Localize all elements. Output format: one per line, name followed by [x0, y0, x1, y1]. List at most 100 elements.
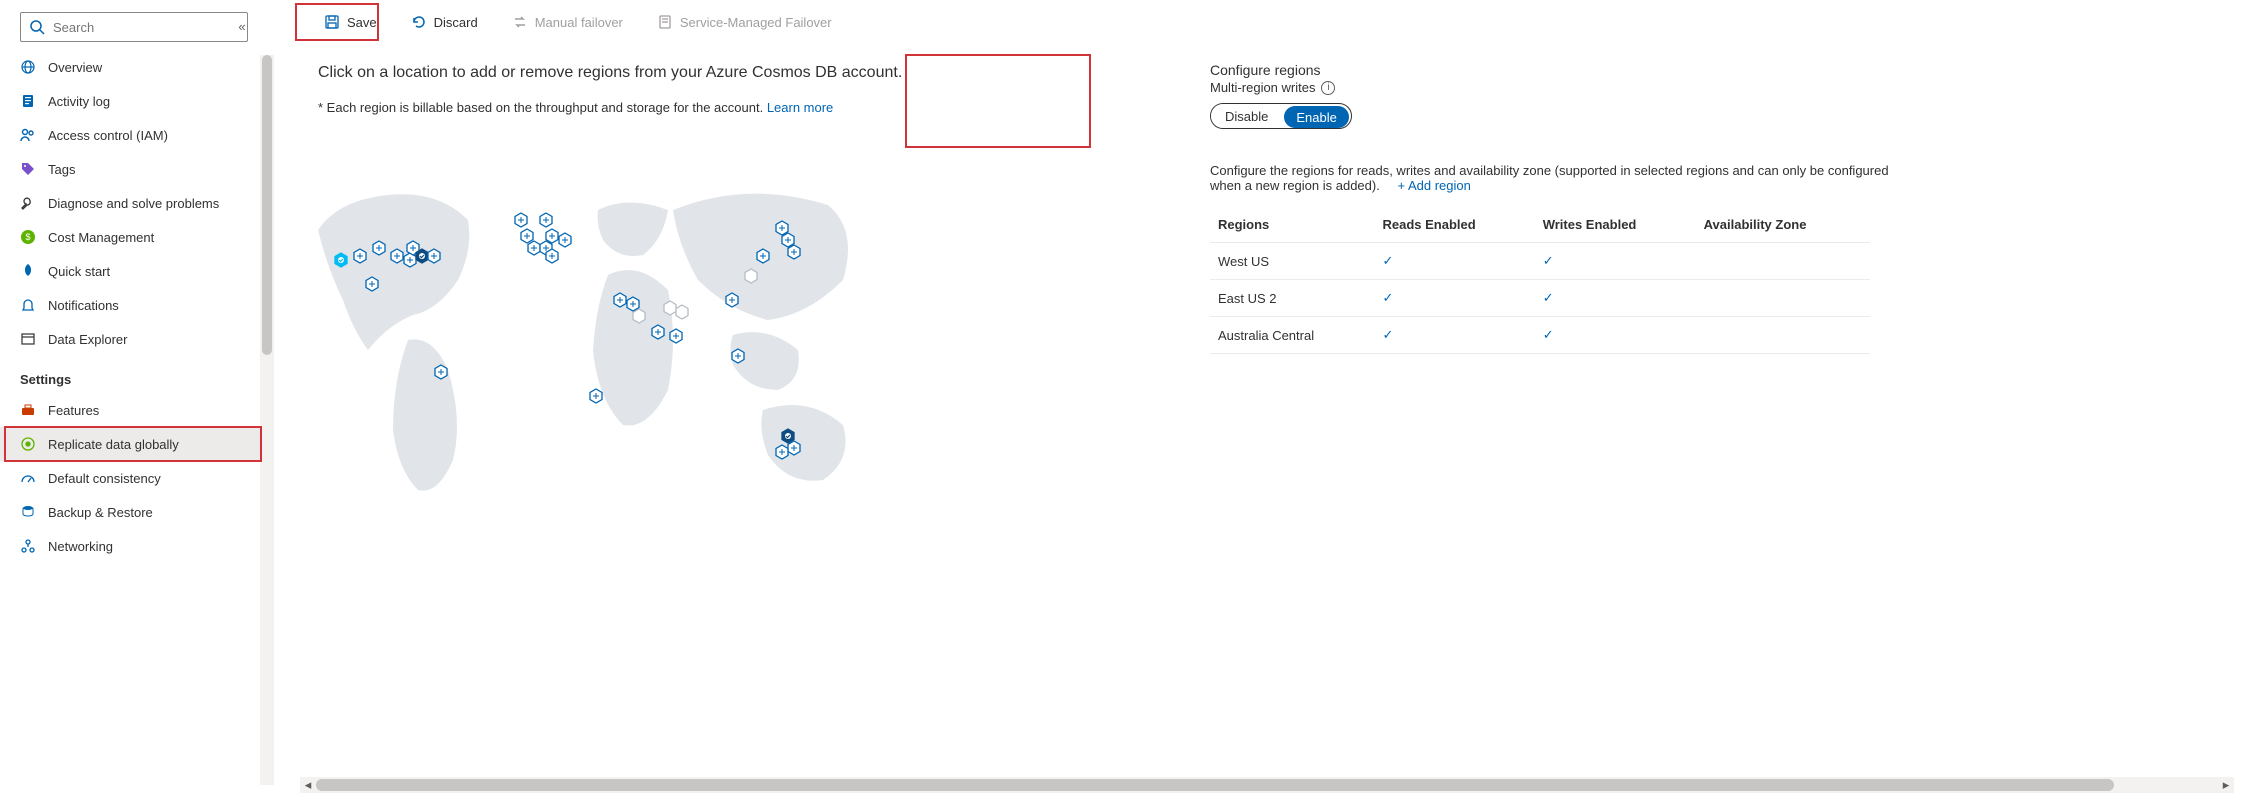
map-region-hex[interactable]: [774, 444, 790, 460]
table-row[interactable]: East US 2✓✓: [1210, 280, 1870, 317]
map-region-hex[interactable]: [724, 292, 740, 308]
svg-text:$: $: [25, 232, 30, 242]
config-desc: Configure the regions for reads, writes …: [1210, 163, 1889, 193]
explorer-icon: [20, 331, 36, 347]
gauge-icon: [20, 470, 36, 486]
map-region-hex[interactable]: [364, 276, 380, 292]
sidebar-item-label: Quick start: [48, 264, 110, 279]
manual-failover-label: Manual failover: [535, 15, 623, 30]
col-region: Regions: [1210, 207, 1374, 243]
sidebar-item-label: Access control (IAM): [48, 128, 168, 143]
cell-reads: ✓: [1374, 280, 1534, 317]
add-region-link[interactable]: + Add region: [1397, 178, 1470, 193]
sidebar-item-cost-management[interactable]: $Cost Management: [0, 220, 260, 254]
sidebar-item-label: Backup & Restore: [48, 505, 153, 520]
toolbox-icon: [20, 402, 36, 418]
sidebar-item-diagnose-and-solve-problems[interactable]: Diagnose and solve problems: [0, 186, 260, 220]
collapse-sidebar-icon[interactable]: «: [232, 16, 252, 36]
discard-button[interactable]: Discard: [405, 7, 484, 37]
intro-block: Click on a location to add or remove reg…: [300, 44, 920, 115]
managed-failover-button: Service-Managed Failover: [651, 7, 838, 37]
sidebar-item-access-control-iam-[interactable]: Access control (IAM): [0, 118, 260, 152]
configure-title: Configure regions: [1210, 62, 2242, 78]
multi-region-toggle[interactable]: Disable Enable: [1210, 103, 1352, 129]
horizontal-scrollbar[interactable]: ◂ ▸: [300, 777, 2234, 793]
sidebar: « Overview Activity log Access control (IA…: [0, 0, 260, 799]
map-region-hex[interactable]: [668, 328, 684, 344]
scroll-left-icon[interactable]: ◂: [300, 777, 316, 793]
iam-icon: [20, 127, 36, 143]
scroll-right-icon[interactable]: ▸: [2218, 777, 2234, 793]
rocket-icon: [20, 263, 36, 279]
col-az: Availability Zone: [1696, 207, 1870, 243]
cell-az: [1696, 280, 1870, 317]
sidebar-item-label: Features: [48, 403, 99, 418]
map-region-hex[interactable]: [433, 364, 449, 380]
network-icon: [20, 538, 36, 554]
map-region-hex[interactable]: [513, 212, 529, 228]
sidebar-item-tags[interactable]: Tags: [0, 152, 260, 186]
cost-icon: $: [20, 229, 36, 245]
sidebar-item-data-explorer[interactable]: Data Explorer: [0, 322, 260, 356]
sidebar-item-label: Activity log: [48, 94, 110, 109]
main-panel: Save Discard Manual failover Service-Man…: [280, 0, 2242, 799]
sidebar-item-overview[interactable]: Overview: [0, 50, 260, 84]
regions-table: Regions Reads Enabled Writes Enabled Ava…: [1210, 207, 1870, 354]
managed-failover-label: Service-Managed Failover: [680, 15, 832, 30]
search-input[interactable]: [53, 20, 239, 35]
map-region-hex[interactable]: [538, 212, 554, 228]
map-region-hex[interactable]: [755, 248, 771, 264]
learn-more-link[interactable]: Learn more: [767, 100, 833, 115]
col-reads: Reads Enabled: [1374, 207, 1534, 243]
wrench-icon: [20, 195, 36, 211]
save-label: Save: [347, 15, 377, 30]
map-region-hex[interactable]: [631, 308, 647, 324]
sidebar-item-label: Tags: [48, 162, 75, 177]
map-region-hex[interactable]: [674, 304, 690, 320]
map-region-hex[interactable]: [544, 248, 560, 264]
sidebar-item-label: Notifications: [48, 298, 119, 313]
manual-failover-button: Manual failover: [506, 7, 629, 37]
cell-region: West US: [1210, 243, 1374, 280]
intro-note: * Each region is billable based on the t…: [318, 100, 767, 115]
map-region-hex[interactable]: [557, 232, 573, 248]
toggle-disable[interactable]: Disable: [1211, 104, 1282, 128]
info-icon[interactable]: i: [1321, 81, 1335, 95]
check-icon: ✓: [1543, 327, 1554, 342]
map-region-hex[interactable]: [426, 248, 442, 264]
configure-regions-panel: Configure regions Multi-region writes i …: [1210, 62, 2242, 354]
sidebar-item-replicate-data-globally[interactable]: Replicate data globally: [0, 427, 260, 461]
intro-headline: Click on a location to add or remove reg…: [318, 64, 920, 82]
map-region-hex[interactable]: [352, 248, 368, 264]
sidebar-scrollbar[interactable]: [260, 55, 274, 785]
sidebar-item-default-consistency[interactable]: Default consistency: [0, 461, 260, 495]
cell-region: East US 2: [1210, 280, 1374, 317]
search-box[interactable]: [20, 12, 248, 42]
map-region-hex[interactable]: [371, 240, 387, 256]
check-icon: ✓: [1543, 253, 1554, 268]
sidebar-item-label: Overview: [48, 60, 102, 75]
sidebar-item-quick-start[interactable]: Quick start: [0, 254, 260, 288]
map-region-hex[interactable]: [650, 324, 666, 340]
cell-region: Australia Central: [1210, 317, 1374, 354]
map-region-hex[interactable]: [730, 348, 746, 364]
sidebar-item-networking[interactable]: Networking: [0, 529, 260, 563]
world-map[interactable]: [298, 140, 918, 540]
toggle-enable[interactable]: Enable: [1284, 106, 1348, 128]
sidebar-item-features[interactable]: Features: [0, 393, 260, 427]
map-region-hex[interactable]: [333, 252, 349, 268]
bell-icon: [20, 297, 36, 313]
globe-icon: [20, 59, 36, 75]
map-region-hex[interactable]: [588, 388, 604, 404]
save-button[interactable]: Save: [318, 7, 383, 37]
table-row[interactable]: Australia Central✓✓: [1210, 317, 1870, 354]
sidebar-item-backup-restore[interactable]: Backup & Restore: [0, 495, 260, 529]
map-region-hex[interactable]: [786, 244, 802, 260]
discard-label: Discard: [434, 15, 478, 30]
toolbar: Save Discard Manual failover Service-Man…: [300, 0, 2222, 44]
col-writes: Writes Enabled: [1535, 207, 1696, 243]
table-row[interactable]: West US✓✓: [1210, 243, 1870, 280]
sidebar-item-activity-log[interactable]: Activity log: [0, 84, 260, 118]
map-region-hex[interactable]: [743, 268, 759, 284]
sidebar-item-notifications[interactable]: Notifications: [0, 288, 260, 322]
